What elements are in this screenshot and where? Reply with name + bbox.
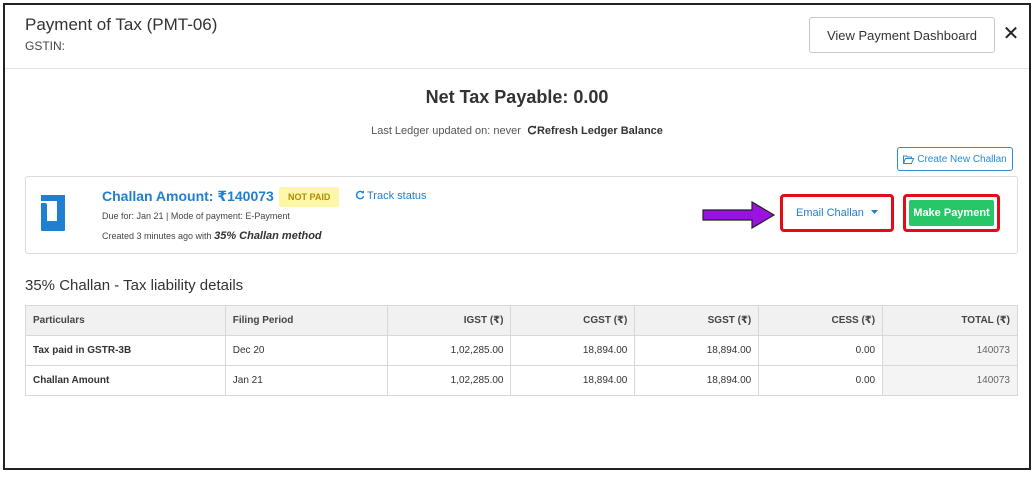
- refresh-ledger-link[interactable]: Refresh Ledger Balance: [524, 125, 663, 137]
- column-header-total: TOTAL (₹): [882, 305, 1018, 336]
- column-header-sgst: SGST (₹): [634, 305, 760, 336]
- column-header-cess: CESS (₹): [758, 305, 884, 336]
- challan-card: Challan Amount: ₹140073 NOT PAID Track s…: [25, 176, 1018, 254]
- create-new-challan-button[interactable]: Create New Challan: [897, 147, 1013, 171]
- ledger-updated-text: Last Ledger updated on: never: [371, 125, 521, 137]
- track-status-link[interactable]: Track status: [355, 190, 427, 202]
- column-header-filing-period: Filing Period: [224, 305, 388, 336]
- track-status-label: Track status: [367, 190, 427, 202]
- table-row: Challan Amount Jan 21 1,02,285.00 18,894…: [25, 365, 1018, 396]
- due-info: Due for: Jan 21 | Mode of payment: E-Pay…: [102, 211, 290, 221]
- cell-igst: 1,02,285.00: [386, 335, 512, 366]
- column-header-cgst: CGST (₹): [510, 305, 636, 336]
- column-header-igst: IGST (₹): [386, 305, 512, 336]
- cell-sgst: 18,894.00: [634, 335, 760, 366]
- refresh-ledger-label: Refresh Ledger Balance: [536, 125, 663, 137]
- column-header-particulars: Particulars: [25, 305, 226, 336]
- cell-cess: 0.00: [758, 365, 884, 396]
- payment-modal: Payment of Tax (PMT-06) GSTIN: View Paym…: [3, 3, 1031, 470]
- liability-table: Particulars Filing Period IGST (₹) CGST …: [25, 305, 1018, 396]
- make-payment-highlight: Make Payment: [903, 194, 1000, 232]
- email-challan-label: Email Challan: [796, 207, 864, 219]
- ledger-status: Last Ledger updated on: never Refresh Le…: [5, 125, 1029, 137]
- cell-igst: 1,02,285.00: [386, 365, 512, 396]
- table-row: Tax paid in GSTR-3B Dec 20 1,02,285.00 1…: [25, 335, 1018, 366]
- challan-method: 35% Challan method: [214, 230, 322, 242]
- refresh-icon: [355, 190, 365, 200]
- cell-cgst: 18,894.00: [510, 365, 636, 396]
- cell-cess: 0.00: [758, 335, 884, 366]
- cell-sgst: 18,894.00: [634, 365, 760, 396]
- email-challan-highlight: Email Challan: [780, 194, 894, 232]
- cell-total: 140073: [882, 365, 1018, 396]
- cell-particulars: Tax paid in GSTR-3B: [25, 335, 226, 366]
- gstin-label: GSTIN:: [25, 39, 66, 53]
- created-info: Created 3 minutes ago with 35% Challan m…: [102, 230, 322, 242]
- challan-document-icon: [41, 195, 65, 231]
- close-icon[interactable]: ✕: [1001, 23, 1021, 45]
- cell-particulars: Challan Amount: [25, 365, 226, 396]
- folder-open-icon: [903, 155, 915, 164]
- table-header-row: Particulars Filing Period IGST (₹) CGST …: [25, 305, 1018, 336]
- cell-total: 140073: [882, 335, 1018, 366]
- caret-down-icon: [870, 210, 878, 214]
- right-arrow-icon: [702, 201, 776, 229]
- create-new-challan-label: Create New Challan: [917, 153, 1007, 165]
- net-tax-payable: Net Tax Payable: 0.00: [425, 87, 609, 107]
- status-badge: NOT PAID: [279, 187, 340, 207]
- refresh-icon: [527, 125, 537, 135]
- modal-header: Payment of Tax (PMT-06) GSTIN: View Paym…: [5, 5, 1029, 69]
- cell-cgst: 18,894.00: [510, 335, 636, 366]
- page-title: Payment of Tax (PMT-06): [25, 15, 218, 34]
- email-challan-button[interactable]: Email Challan: [796, 207, 878, 219]
- created-prefix: Created 3 minutes ago with: [102, 231, 212, 241]
- view-payment-dashboard-button[interactable]: View Payment Dashboard: [809, 17, 995, 53]
- make-payment-button[interactable]: Make Payment: [909, 200, 994, 226]
- cell-filing-period: Jan 21: [224, 365, 388, 396]
- challan-amount[interactable]: Challan Amount: ₹140073: [102, 188, 274, 205]
- liability-section-title: 35% Challan - Tax liability details: [25, 277, 244, 294]
- cell-filing-period: Dec 20: [224, 335, 388, 366]
